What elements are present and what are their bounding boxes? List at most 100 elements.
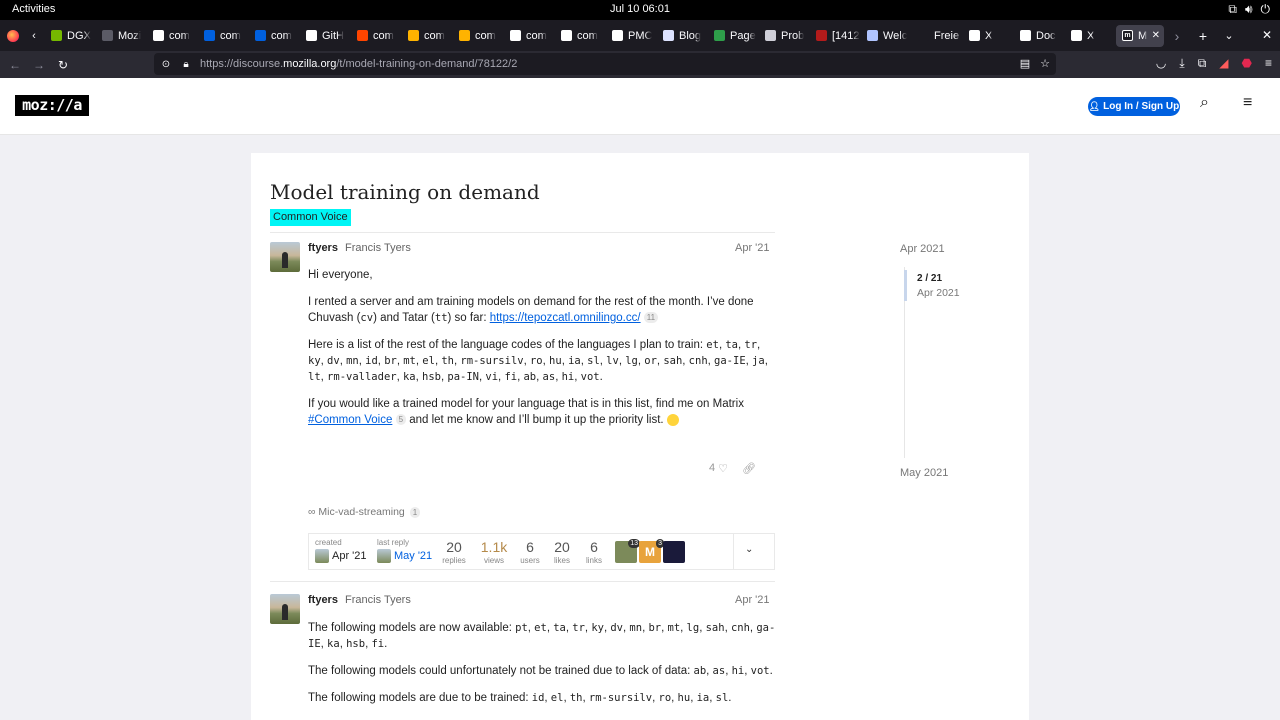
url-text[interactable]: https://discourse.mozilla.org/t/model-tr… [200, 58, 517, 70]
tab[interactable]: Welc [861, 20, 912, 51]
like-button[interactable]: 4 ♡ [709, 462, 728, 475]
omnilingo-link[interactable]: https://tepozcatl.omnilingo.cc/ [490, 312, 641, 324]
participant-avatar[interactable] [663, 541, 685, 563]
clock[interactable]: Jul 10 06:01 [0, 3, 1280, 15]
extension-ublock-icon[interactable]: ⬣ [1242, 56, 1252, 71]
tab[interactable]: [1412 [810, 20, 861, 51]
stat-label: replies [442, 556, 466, 565]
timeline-end-date[interactable]: May 2021 [900, 467, 948, 479]
new-tab-button[interactable]: + [1190, 28, 1216, 44]
close-tab-icon[interactable]: ✕ [1152, 30, 1160, 41]
reload-icon[interactable]: ↻ [51, 58, 75, 72]
reader-view-icon[interactable]: ▤ [1020, 57, 1030, 70]
system-tray[interactable]: ⧉ 🔊︎ ⏻ [1228, 2, 1270, 17]
tab[interactable]: Mozi [96, 20, 147, 51]
full-name[interactable]: Francis Tyers [345, 242, 411, 254]
tab[interactable]: com [504, 20, 555, 51]
bookmark-star-icon[interactable]: ☆ [1040, 57, 1050, 70]
tab-active[interactable]: m Mi ✕ [1116, 24, 1164, 47]
post-date[interactable]: Apr '21 [735, 242, 770, 254]
tab[interactable]: Doc [1014, 20, 1065, 51]
back-icon[interactable]: ← [3, 58, 27, 72]
search-icon[interactable]: ⌕ [1200, 94, 1209, 112]
full-name[interactable]: Francis Tyers [345, 594, 411, 606]
participant-avatar[interactable]: M3 [639, 539, 664, 563]
tab[interactable]: com [555, 20, 606, 51]
extension-red-icon[interactable]: ◢ [1219, 56, 1228, 71]
list-all-tabs-icon[interactable]: ⌄ [1216, 29, 1242, 42]
language-code: lt [308, 371, 321, 383]
window-close-icon[interactable]: ✕ [1262, 28, 1272, 42]
tab-scroll-right-icon[interactable]: › [1164, 28, 1190, 44]
browser-tab-strip: ‹ DGX Mozi com com com GitH com com com com com PMC… [0, 20, 1280, 51]
language-code: vot [750, 665, 770, 677]
language-code: ka [327, 638, 340, 650]
stat-label: likes [553, 556, 570, 565]
linked-topic-title[interactable]: Mic-vad-streaming [318, 506, 404, 518]
matrix-channel-link[interactable]: #Common Voice [308, 414, 392, 426]
hamburger-menu-icon[interactable]: ≡ [1243, 94, 1252, 112]
language-code: br [384, 355, 397, 367]
username[interactable]: ftyers [308, 242, 338, 254]
tab[interactable]: com [198, 20, 249, 51]
tab[interactable]: Page [708, 20, 759, 51]
github-icon [612, 30, 623, 41]
mozilla-logo[interactable]: moz://a [15, 95, 89, 116]
language-code: id [365, 355, 378, 367]
stat-value: 6 [526, 539, 534, 555]
tab[interactable]: Prob [759, 20, 810, 51]
tab[interactable]: DGX [45, 20, 96, 51]
tab[interactable]: com [351, 20, 402, 51]
last-reply-info[interactable]: last reply May '21 [377, 538, 432, 563]
language-code: as [542, 371, 556, 383]
timeline-handle[interactable] [904, 270, 907, 301]
language-code: tr [744, 339, 758, 351]
language-code: ab [523, 371, 537, 383]
downloads-icon[interactable]: ⤓ [1179, 56, 1184, 71]
google-icon [561, 30, 572, 41]
tab[interactable]: com [402, 20, 453, 51]
tab[interactable]: PMC [606, 20, 657, 51]
firefox-view-icon[interactable] [7, 29, 19, 42]
site-info-icon[interactable]: ⊙ [158, 59, 174, 70]
topic-title[interactable]: Model training on demand [270, 180, 540, 204]
linked-topic[interactable]: ∞ Mic-vad-streaming 1 [308, 506, 421, 518]
tab[interactable]: GitH [300, 20, 351, 51]
share-link-icon[interactable]: 🔗︎ [742, 462, 756, 475]
tab[interactable]: Freie Sp [912, 20, 963, 51]
language-code: cnh [688, 355, 708, 367]
login-label: Log In / Sign Up [1103, 101, 1180, 112]
avatar[interactable] [270, 594, 300, 624]
tab[interactable]: com [147, 20, 198, 51]
language-code: mn [629, 622, 643, 634]
url-bar[interactable]: ⊙ 🔒︎ https://discourse.mozilla.org/t/mod… [154, 53, 1056, 75]
forward-icon[interactable]: → [27, 58, 51, 72]
tab[interactable]: X [963, 20, 1014, 51]
login-signup-button[interactable]: 👤︎ Log In / Sign Up [1088, 97, 1180, 116]
category-badge[interactable]: Common Voice [270, 209, 351, 226]
lock-icon[interactable]: 🔒︎ [178, 59, 194, 70]
timeline-start-date[interactable]: Apr 2021 [900, 243, 945, 255]
participant-avatar[interactable]: 13 [615, 539, 640, 563]
tab[interactable]: X [1065, 20, 1116, 51]
url-path: /t/model-training-on-demand/78122/2 [336, 58, 518, 70]
tab[interactable]: com [249, 20, 300, 51]
pocket-icon[interactable]: ◡ [1156, 56, 1166, 71]
tab[interactable]: com [453, 20, 504, 51]
extensions-icon[interactable]: ⧉ [1198, 56, 1207, 71]
reddit-icon [357, 30, 368, 41]
language-code: cnh [730, 622, 750, 634]
post-date[interactable]: Apr '21 [735, 594, 770, 606]
last-reply-date: May '21 [394, 550, 433, 562]
language-code: sah [705, 622, 725, 634]
activities-button[interactable]: Activities [12, 3, 55, 15]
avatar[interactable] [270, 242, 300, 272]
system-top-bar: Activities Jul 10 06:01 ⧉ 🔊︎ ⏻ [0, 0, 1280, 20]
app-menu-icon[interactable]: ≡ [1265, 56, 1272, 71]
expand-topic-map-icon[interactable]: ⌄ [745, 544, 753, 555]
username[interactable]: ftyers [308, 594, 338, 606]
tab[interactable]: Blog [657, 20, 708, 51]
language-code-list: id, el, th, rm-sursilv, ro, hu, ia, sl. [531, 692, 732, 704]
paragraph: The following models are now available: … [308, 620, 778, 652]
tab-scroll-left-icon[interactable]: ‹ [27, 30, 41, 42]
